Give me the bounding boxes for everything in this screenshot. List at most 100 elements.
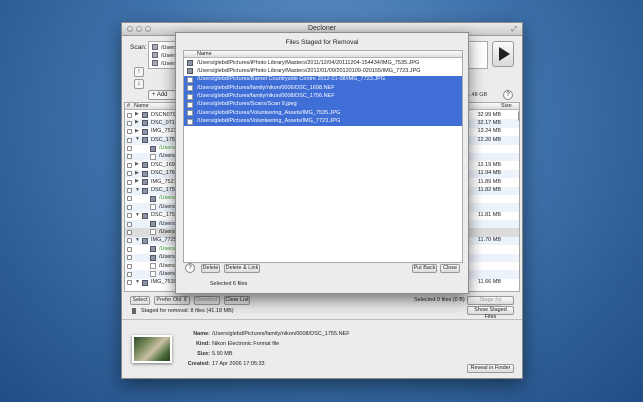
disclosure-triangle-icon[interactable]: ▼ <box>135 136 140 142</box>
row-checkbox[interactable] <box>127 204 132 210</box>
row-checkbox[interactable] <box>127 246 132 252</box>
row-size: 11.66 MB <box>477 279 501 286</box>
document-icon <box>187 93 193 100</box>
staged-summary: Staged for removal: 8 files (41.18 MB) <box>141 308 234 314</box>
row-checkbox[interactable] <box>127 137 132 143</box>
name-column-header[interactable]: Name <box>197 51 212 57</box>
file-group-icon <box>142 137 148 144</box>
row-checkbox[interactable] <box>127 263 132 269</box>
disclosure-triangle-icon[interactable]: ▶ <box>135 170 139 176</box>
staged-file-row[interactable]: /Users/glebd/Pictures/family/nikon/0008/… <box>184 92 462 101</box>
staged-list-rows: /Users/glebd/Pictures/iPhoto Library/Mas… <box>184 59 462 127</box>
row-checkbox[interactable] <box>127 179 132 185</box>
disclosure-triangle-icon[interactable]: ▶ <box>135 119 139 125</box>
document-icon <box>187 76 193 83</box>
delete-button[interactable]: Delete <box>201 264 220 273</box>
staged-files-list[interactable]: Name /Users/glebd/Pictures/iPhoto Librar… <box>183 50 463 263</box>
help-button[interactable]: ? <box>503 90 513 100</box>
staged-file-row[interactable]: /Users/glebd/Pictures/Volunteering_Asset… <box>184 117 462 127</box>
disclosure-triangle-icon[interactable]: ▶ <box>135 161 139 167</box>
file-preview-thumbnail <box>132 335 172 363</box>
disclosure-triangle-icon[interactable]: ▼ <box>135 237 140 243</box>
deselect-button[interactable]: Deselect <box>194 296 220 305</box>
show-staged-files-button[interactable]: Show Staged Files <box>467 306 514 320</box>
staged-file-path: /Users/glebd/Pictures/Volunteering_Asset… <box>197 118 341 125</box>
sheet-help-button[interactable]: ? <box>185 263 195 273</box>
popup-arrows-icon: ⇕ <box>181 297 188 303</box>
selection-status: Selected 0 files (0 B) <box>414 297 465 303</box>
row-size: 11.94 MB <box>477 170 501 177</box>
clear-list-button[interactable]: Clear List <box>224 296 250 305</box>
image-file-icon <box>187 68 193 75</box>
start-scan-button[interactable] <box>492 41 514 67</box>
row-checkbox[interactable] <box>127 112 132 118</box>
list-scrollbar[interactable] <box>518 111 519 121</box>
row-checkbox[interactable] <box>127 120 132 126</box>
staged-file-path: /Users/glebd/Pictures/family/nikon/0008/… <box>197 93 335 100</box>
name-column-header[interactable]: Name <box>134 103 149 109</box>
prefer-old-popup[interactable]: Prefer Old ⇕ <box>154 296 190 305</box>
row-checkbox[interactable] <box>127 188 132 194</box>
sheet-title: Files Staged for Removal <box>285 39 359 46</box>
image-file-icon <box>150 195 156 202</box>
move-up-button[interactable]: ↑ <box>134 67 144 77</box>
file-group-icon <box>142 120 148 127</box>
row-size: 13.24 MB <box>477 128 501 135</box>
disclosure-triangle-icon[interactable]: ▶ <box>135 111 139 117</box>
document-icon <box>187 85 193 92</box>
row-checkbox[interactable] <box>127 221 132 227</box>
checkbox-column-header[interactable]: # <box>127 103 130 109</box>
file-group-icon <box>142 212 148 219</box>
disclosure-triangle-icon[interactable]: ▶ <box>135 178 139 184</box>
row-checkbox[interactable] <box>127 196 132 202</box>
row-checkbox[interactable] <box>127 229 132 235</box>
staged-file-row[interactable]: /Users/glebd/Pictures/iPhoto Library/Mas… <box>184 59 462 67</box>
row-checkbox[interactable] <box>127 255 132 261</box>
size-column-header[interactable]: Size <box>501 103 512 109</box>
disclosure-triangle-icon[interactable]: ▶ <box>135 128 139 134</box>
row-size: 32.17 MB <box>477 119 501 126</box>
move-down-button[interactable]: ↓ <box>134 79 144 89</box>
name-value: /Users/glebd/Pictures/family/nikon/0008/… <box>212 331 350 337</box>
reveal-in-finder-button[interactable]: Reveal in Finder <box>467 364 514 373</box>
document-icon <box>150 204 156 211</box>
row-checkbox[interactable] <box>127 154 132 160</box>
row-checkbox[interactable] <box>127 129 132 135</box>
row-checkbox[interactable] <box>127 213 132 219</box>
file-group-icon <box>142 112 148 118</box>
put-back-button[interactable]: Put Back <box>412 264 437 273</box>
row-checkbox[interactable] <box>127 146 132 152</box>
staged-file-row[interactable]: /Users/glebd/Pictures/Volunteering_Asset… <box>184 109 462 118</box>
stage-for-removal-button[interactable]: Stage for Removal <box>467 296 514 310</box>
close-sheet-button[interactable]: Close <box>440 264 460 273</box>
delete-and-link-button[interactable]: Delete & Link <box>224 264 260 273</box>
row-checkbox[interactable] <box>127 271 132 277</box>
created-value: 17 Apr 2006 17:05:33 <box>212 361 265 367</box>
scan-label: Scan: <box>130 44 147 51</box>
file-group-icon <box>142 279 148 286</box>
image-file-icon <box>150 254 156 261</box>
file-group-icon <box>142 170 148 177</box>
row-checkbox[interactable] <box>127 280 132 286</box>
staged-file-row[interactable]: /Users/glebd/Pictures/iPhoto Library/Mas… <box>184 67 462 75</box>
disclosure-triangle-icon[interactable]: ▼ <box>135 279 140 285</box>
staged-file-row[interactable]: /Users/glebd/Pictures/Barnet Countryside… <box>184 75 462 85</box>
add-folder-button[interactable]: + Add <box>148 90 176 100</box>
staged-file-path: /Users/glebd/Pictures/Barnet Countryside… <box>197 76 386 83</box>
row-checkbox[interactable] <box>127 238 132 244</box>
select-button[interactable]: Select <box>130 296 150 305</box>
arrow-up-icon: ↑ <box>137 68 141 75</box>
document-icon <box>150 263 156 270</box>
staged-file-row[interactable]: /Users/glebd/Pictures/family/nikon/0006/… <box>184 84 462 93</box>
row-checkbox[interactable] <box>127 162 132 168</box>
disclosure-triangle-icon[interactable]: ▼ <box>135 187 140 193</box>
row-size: 11.81 MB <box>477 212 501 219</box>
document-icon <box>150 229 156 236</box>
staged-file-row[interactable]: /Users/glebd/Pictures/Scans/Scan 9.jpeg <box>184 100 462 110</box>
fullscreen-icon[interactable]: ⤢ <box>511 26 517 34</box>
disclosure-triangle-icon[interactable]: ▼ <box>135 212 140 218</box>
row-checkbox[interactable] <box>127 171 132 177</box>
staged-file-path: /Users/glebd/Pictures/Volunteering_Asset… <box>197 109 341 116</box>
document-icon <box>187 110 193 117</box>
kind-value: Nikon Electronic Format file <box>212 341 280 347</box>
